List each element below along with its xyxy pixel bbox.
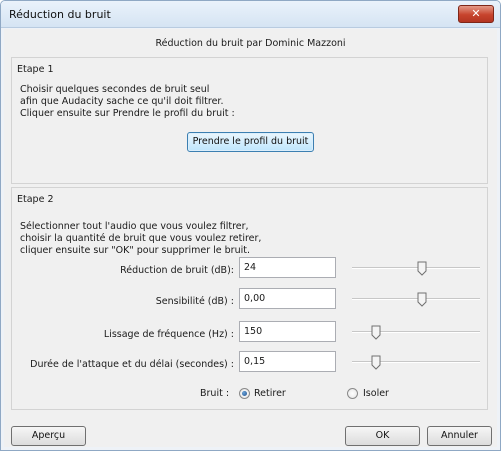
- attack-decay-slider[interactable]: [352, 352, 480, 372]
- slider-thumb-icon[interactable]: [371, 325, 381, 340]
- slider-thumb-icon[interactable]: [417, 292, 427, 307]
- remove-radio-label[interactable]: Retirer: [254, 388, 286, 399]
- sensitivity-label: Sensibilité (dB) :: [155, 296, 234, 307]
- noise-reduction-slider[interactable]: [352, 258, 480, 278]
- noise-reduction-input[interactable]: 24: [239, 257, 336, 278]
- noise-mode-label: Bruit :: [200, 388, 230, 399]
- step1-line: afin que Audacity sache ce qu'il doit fi…: [20, 96, 224, 107]
- ok-button[interactable]: OK: [345, 426, 420, 446]
- slider-thumb-icon[interactable]: [417, 261, 427, 276]
- slider-thumb-icon[interactable]: [371, 355, 381, 370]
- close-icon: ✕: [471, 7, 481, 20]
- step1-line: Cliquer ensuite sur Prendre le profil du…: [20, 108, 235, 119]
- frequency-smoothing-input[interactable]: 150: [239, 321, 336, 342]
- step1-group: Etape 1 Choisir quelques secondes de bru…: [11, 57, 488, 184]
- frequency-smoothing-label: Lissage de fréquence (Hz) :: [103, 329, 234, 340]
- title-bar[interactable]: Réduction du bruit ✕: [1, 1, 500, 28]
- step1-line: Choisir quelques secondes de bruit seul: [20, 84, 210, 95]
- close-button[interactable]: ✕: [458, 5, 494, 23]
- dialog-body: Réduction du bruit par Dominic Mazzoni E…: [4, 29, 497, 447]
- cancel-button[interactable]: Annuler: [427, 426, 492, 446]
- slider-track: [352, 298, 480, 300]
- slider-track: [352, 267, 480, 269]
- attack-decay-label: Durée de l'attaque et du délai (secondes…: [30, 359, 234, 370]
- get-noise-profile-button[interactable]: Prendre le profil du bruit: [187, 132, 314, 152]
- noise-reduction-label: Réduction de bruit (dB):: [120, 265, 234, 276]
- isolate-radio[interactable]: [347, 388, 358, 399]
- noise-reduction-dialog: Réduction du bruit ✕ Réduction du bruit …: [0, 0, 501, 451]
- frequency-smoothing-slider[interactable]: [352, 322, 480, 342]
- window-title: Réduction du bruit: [9, 8, 111, 21]
- dialog-subtitle: Réduction du bruit par Dominic Mazzoni: [155, 38, 346, 49]
- preview-button[interactable]: Aperçu: [11, 426, 86, 446]
- step1-title: Etape 1: [17, 64, 54, 75]
- remove-radio[interactable]: [239, 388, 250, 399]
- step1-instructions: Choisir quelques secondes de bruit seul …: [20, 84, 235, 120]
- step2-line: choisir la quantité de bruit que vous vo…: [20, 233, 262, 244]
- isolate-radio-label[interactable]: Isoler: [363, 388, 389, 399]
- step2-line: Sélectionner tout l'audio que vous voule…: [20, 221, 249, 232]
- step2-instructions: Sélectionner tout l'audio que vous voule…: [20, 221, 261, 257]
- sensitivity-slider[interactable]: [352, 289, 480, 309]
- step2-title: Etape 2: [17, 194, 54, 205]
- attack-decay-input[interactable]: 0,15: [239, 351, 336, 372]
- step2-line: cliquer ensuite sur "OK" pour supprimer …: [20, 245, 250, 256]
- sensitivity-input[interactable]: 0,00: [239, 288, 336, 309]
